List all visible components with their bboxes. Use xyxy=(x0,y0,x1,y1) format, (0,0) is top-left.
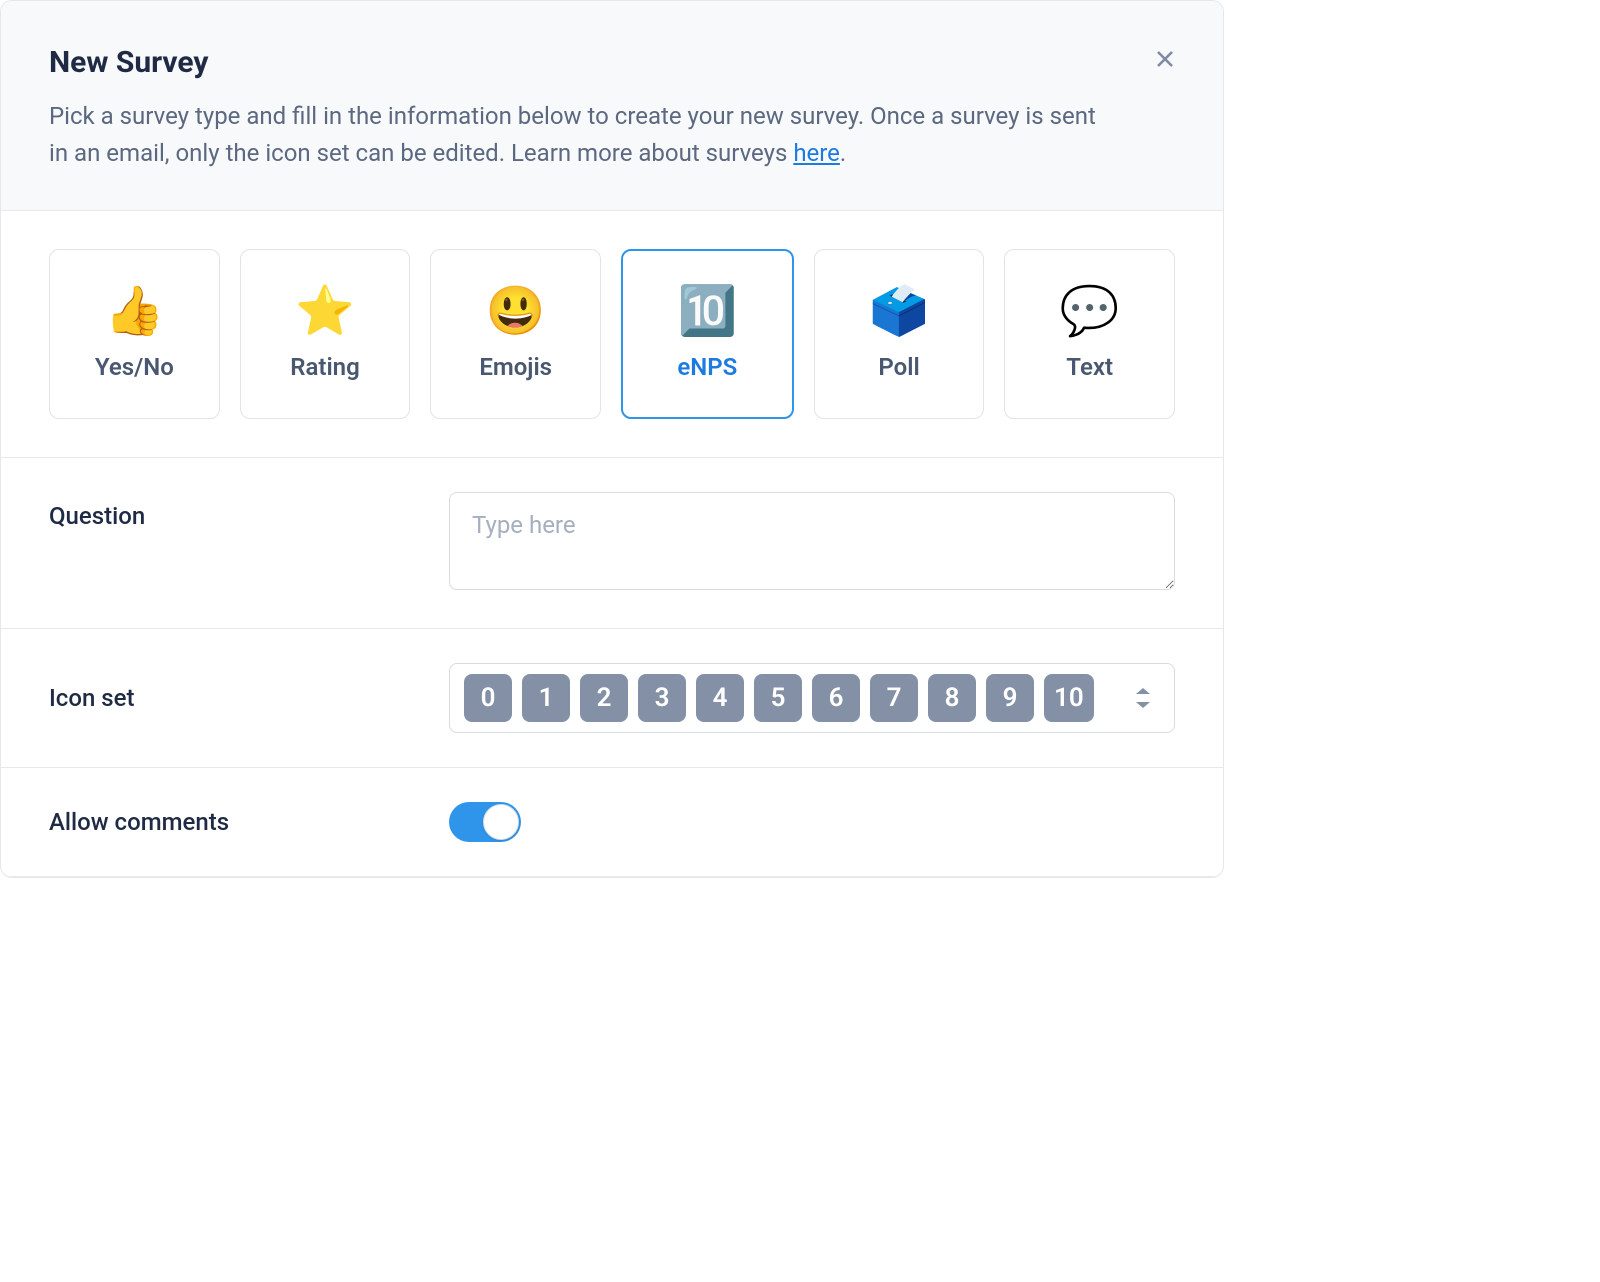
allow-comments-row: Allow comments xyxy=(1,768,1223,877)
desc-text-after: . xyxy=(840,139,846,167)
speech-bubble-icon: 💬 xyxy=(1060,287,1120,335)
iconset-option-9: 9 xyxy=(986,674,1034,722)
iconset-stepper[interactable] xyxy=(1134,686,1158,710)
iconset-option-10: 10 xyxy=(1044,674,1094,722)
new-survey-modal: New Survey Pick a survey type and fill i… xyxy=(0,0,1224,878)
question-row: Question xyxy=(1,458,1223,629)
type-card-enps[interactable]: 🔟 eNPS xyxy=(621,249,794,419)
iconset-option-0: 0 xyxy=(464,674,512,722)
type-card-yesno[interactable]: 👍 Yes/No xyxy=(49,249,220,419)
chevron-up-icon xyxy=(1134,686,1152,696)
type-label: eNPS xyxy=(677,353,737,381)
modal-description: Pick a survey type and fill in the infor… xyxy=(49,98,1109,172)
type-label: Poll xyxy=(878,353,919,381)
survey-type-picker: 👍 Yes/No ⭐ Rating 😃 Emojis 🔟 eNPS 🗳️ Pol… xyxy=(1,211,1223,458)
iconset-option-7: 7 xyxy=(870,674,918,722)
modal-header: New Survey Pick a survey type and fill i… xyxy=(1,1,1223,211)
iconset-option-2: 2 xyxy=(580,674,628,722)
iconset-label: Icon set xyxy=(49,684,429,712)
desc-text-before: Pick a survey type and fill in the infor… xyxy=(49,102,1096,167)
allow-comments-toggle[interactable] xyxy=(449,802,521,842)
iconset-option-1: 1 xyxy=(522,674,570,722)
star-icon: ⭐ xyxy=(295,287,355,335)
close-button[interactable] xyxy=(1145,39,1185,79)
type-label: Text xyxy=(1066,353,1113,381)
question-label: Question xyxy=(49,492,429,530)
ten-icon: 🔟 xyxy=(677,287,737,335)
thumbs-up-icon: 👍 xyxy=(104,287,164,335)
question-input[interactable] xyxy=(449,492,1175,590)
modal-title: New Survey xyxy=(49,45,1175,80)
type-label: Yes/No xyxy=(95,353,174,381)
type-card-rating[interactable]: ⭐ Rating xyxy=(240,249,411,419)
type-label: Rating xyxy=(290,353,360,381)
type-card-text[interactable]: 💬 Text xyxy=(1004,249,1175,419)
ballot-box-icon: 🗳️ xyxy=(869,287,929,335)
allow-comments-label: Allow comments xyxy=(49,808,429,836)
iconset-option-8: 8 xyxy=(928,674,976,722)
type-label: Emojis xyxy=(479,353,552,381)
iconset-option-3: 3 xyxy=(638,674,686,722)
learn-more-link[interactable]: here xyxy=(793,139,840,167)
smile-icon: 😃 xyxy=(486,287,546,335)
type-card-poll[interactable]: 🗳️ Poll xyxy=(814,249,985,419)
type-card-emojis[interactable]: 😃 Emojis xyxy=(430,249,601,419)
iconset-row: Icon set 0 1 2 3 4 5 6 7 8 9 10 xyxy=(1,629,1223,768)
close-icon xyxy=(1153,47,1177,71)
toggle-knob xyxy=(483,804,519,840)
iconset-option-4: 4 xyxy=(696,674,744,722)
chevron-down-icon xyxy=(1134,700,1152,710)
iconset-select[interactable]: 0 1 2 3 4 5 6 7 8 9 10 xyxy=(449,663,1175,733)
iconset-option-5: 5 xyxy=(754,674,802,722)
iconset-option-6: 6 xyxy=(812,674,860,722)
